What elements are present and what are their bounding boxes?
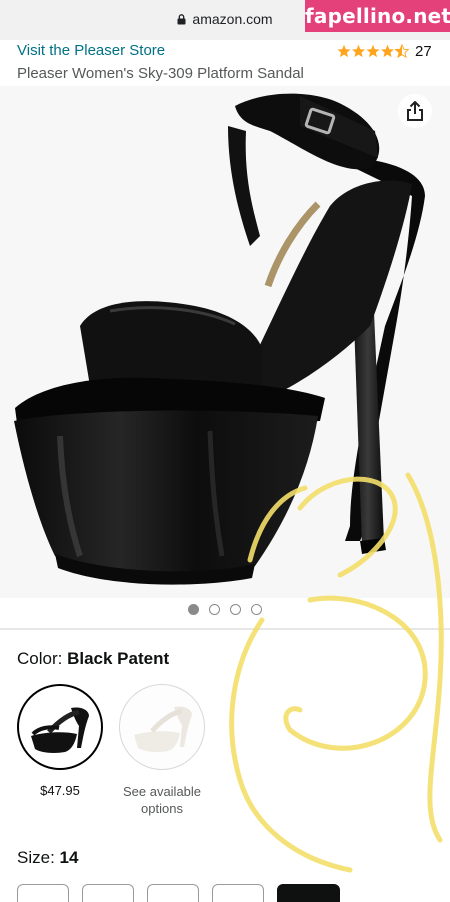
color-label: Color: — [17, 649, 63, 668]
carousel-dot[interactable] — [251, 604, 262, 615]
product-image[interactable] — [0, 86, 450, 598]
size-option-button[interactable] — [17, 884, 69, 902]
sandal-image — [14, 93, 425, 585]
carousel-dot[interactable] — [209, 604, 220, 615]
product-title: Pleaser Women's Sky-309 Platform Sandal — [17, 65, 304, 82]
share-button[interactable] — [398, 94, 432, 128]
rating-count[interactable]: 27 — [415, 43, 432, 60]
share-icon — [407, 101, 423, 121]
image-carousel-dots[interactable] — [0, 602, 450, 616]
star-icon — [381, 44, 394, 58]
clear-sandal-thumbnail — [134, 706, 192, 752]
color-value: Black Patent — [67, 649, 170, 668]
swatch-availability-note: See available options — [122, 784, 202, 816]
store-link[interactable]: Visit the Pleaser Store — [17, 42, 165, 59]
black-sandal-thumbnail — [31, 707, 89, 753]
carousel-dot[interactable] — [230, 604, 241, 615]
star-icon — [337, 44, 351, 58]
lock-icon — [177, 14, 186, 25]
size-option-button[interactable] — [212, 884, 264, 902]
section-divider — [0, 628, 450, 630]
url-text: amazon.com — [192, 11, 273, 27]
size-option-button[interactable] — [82, 884, 134, 902]
half-star-icon — [395, 44, 409, 58]
watermark: fapellino.net — [305, 0, 450, 32]
rating-stars[interactable] — [337, 43, 409, 59]
color-selection-label: Color: Black Patent — [17, 649, 169, 669]
size-option-button-selected[interactable] — [277, 884, 340, 902]
star-icon — [352, 44, 365, 58]
color-swatch-clear[interactable] — [119, 684, 205, 770]
size-label: Size: — [17, 848, 55, 867]
size-selection-label: Size: 14 — [17, 848, 78, 868]
color-swatch-black-patent[interactable] — [17, 684, 103, 770]
carousel-dot[interactable] — [188, 604, 199, 615]
star-icon — [366, 44, 380, 58]
size-value: 14 — [59, 848, 79, 867]
swatch-price: $47.95 — [40, 783, 80, 798]
size-option-button[interactable] — [147, 884, 199, 902]
